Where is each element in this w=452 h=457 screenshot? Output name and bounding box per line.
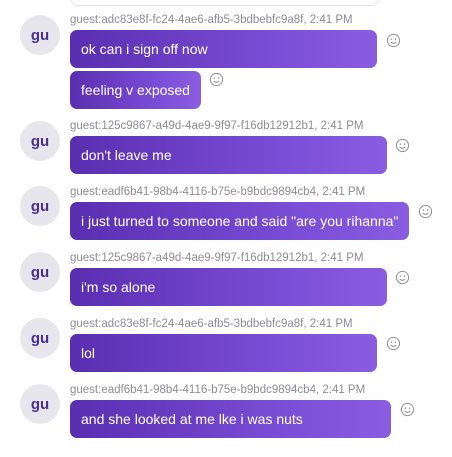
message-meta: guest:125c9867-a49d-4ae9-9f97-f16db12912… (70, 252, 364, 264)
message-meta: guest:eadf6b41-98b4-4116-b75e-b9bdc9894c… (70, 186, 366, 198)
message-bubble[interactable]: ok can i sign off now (70, 30, 377, 68)
avatar[interactable]: gu (20, 384, 60, 424)
avatar[interactable]: gu (20, 15, 60, 55)
avatar[interactable]: gu (20, 121, 60, 161)
avatar[interactable]: gu (20, 318, 60, 358)
message-bubble[interactable]: and she looked at me lke i was nuts (70, 400, 391, 438)
smiley-icon[interactable] (386, 33, 401, 48)
smiley-icon[interactable] (386, 336, 401, 351)
message-bubble[interactable]: i'm so alone (70, 268, 387, 306)
message-bubble[interactable]: i just turned to someone and said "are y… (70, 202, 409, 240)
message-meta: guest:eadf6b41-98b4-4116-b75e-b9bdc9894c… (70, 384, 366, 396)
previous-message-bubble (70, 0, 380, 6)
avatar[interactable]: gu (20, 252, 60, 292)
message-bubble[interactable]: lol (70, 334, 377, 372)
message-meta: guest:125c9867-a49d-4ae9-9f97-f16db12912… (70, 120, 364, 132)
message-bubble[interactable]: don't leave me (70, 136, 387, 174)
message-meta: guest:adc83e8f-fc24-4ae6-afb5-3bdbebfc9a… (70, 14, 353, 26)
message-meta: guest:adc83e8f-fc24-4ae6-afb5-3bdbebfc9a… (70, 318, 353, 330)
message-bubble[interactable]: feeling v exposed (70, 71, 201, 109)
smiley-icon[interactable] (418, 204, 433, 219)
smiley-icon[interactable] (395, 270, 410, 285)
smiley-icon[interactable] (395, 138, 410, 153)
smiley-icon[interactable] (400, 402, 415, 417)
smiley-icon[interactable] (209, 72, 224, 87)
avatar[interactable]: gu (20, 186, 60, 226)
